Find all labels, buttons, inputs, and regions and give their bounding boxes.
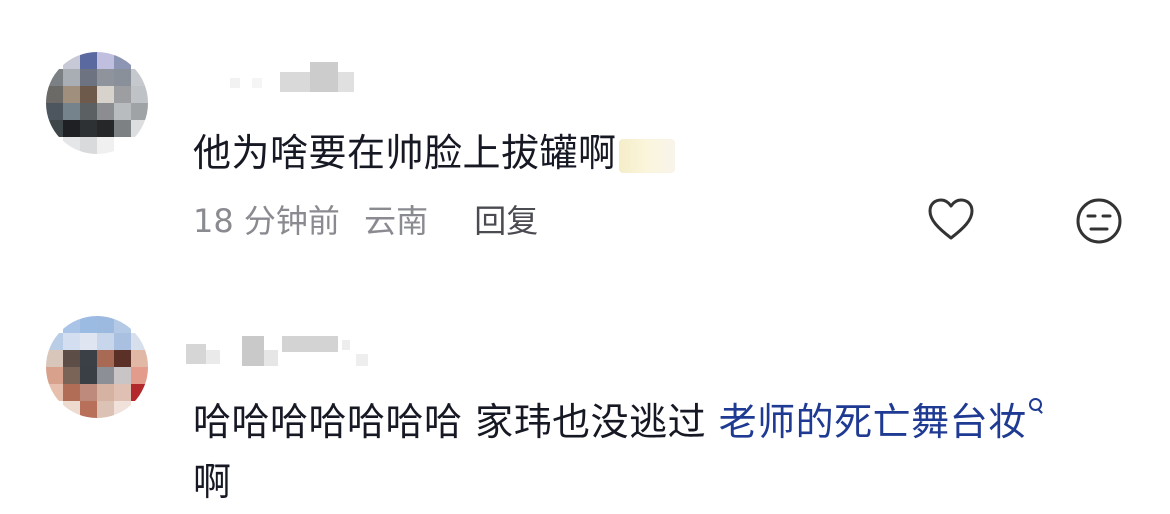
username[interactable] — [186, 336, 386, 366]
emoji-icon — [618, 138, 675, 173]
comment-text-content: 他为啥要在帅脸上拔罐啊 — [193, 131, 617, 175]
heart-outline-icon[interactable] — [926, 196, 976, 246]
comment-text: 哈哈哈哈哈哈哈 家玮也没逃过 老师的死亡舞台妆 啊 — [193, 392, 1043, 512]
search-link[interactable]: 老师的死亡舞台妆 — [719, 400, 1027, 444]
avatar[interactable] — [46, 52, 148, 154]
reply-button[interactable]: 回复 — [474, 202, 538, 240]
search-icon[interactable] — [1028, 398, 1043, 420]
comment-text-main: 哈哈哈哈哈哈哈 家玮也没逃过 — [193, 400, 719, 444]
comment-location: 云南 — [364, 202, 429, 240]
username[interactable] — [230, 62, 430, 92]
comment-item-2: 哈哈哈哈哈哈哈 家玮也没逃过 老师的死亡舞台妆 啊 — [0, 300, 1170, 514]
comment-meta: 18 分钟前 云南 回复 — [193, 196, 552, 246]
avatar[interactable] — [46, 316, 148, 418]
comment-text-tail: 啊 — [193, 460, 232, 504]
comment-text: 他为啥要在帅脸上拔罐啊 — [193, 123, 675, 183]
comment-time: 18 分钟前 — [193, 202, 340, 240]
comment-item-1: 他为啥要在帅脸上拔罐啊 18 分钟前 云南 回复 — [0, 0, 1170, 280]
meh-face-icon[interactable] — [1074, 196, 1124, 246]
